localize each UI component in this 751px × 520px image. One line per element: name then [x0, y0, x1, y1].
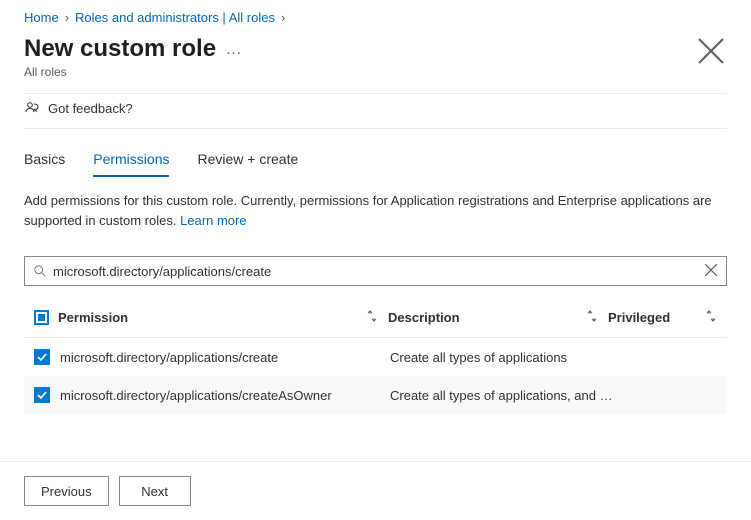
header-privileged[interactable]: Privileged — [608, 310, 670, 325]
feedback-label: Got feedback? — [48, 101, 133, 116]
page-subtitle: All roles — [24, 65, 242, 79]
footer: Previous Next — [0, 461, 751, 520]
chevron-right-icon: › — [281, 10, 285, 25]
tab-description: Add permissions for this custom role. Cu… — [24, 191, 727, 230]
row-checkbox[interactable] — [34, 387, 50, 403]
previous-button[interactable]: Previous — [24, 476, 109, 506]
close-button[interactable] — [695, 35, 727, 67]
close-icon — [704, 263, 718, 277]
breadcrumb-roles[interactable]: Roles and administrators | All roles — [75, 10, 275, 25]
header-description[interactable]: Description — [388, 310, 460, 325]
feedback-bar[interactable]: Got feedback? — [24, 93, 727, 129]
table-row[interactable]: microsoft.directory/applications/createA… — [24, 376, 727, 414]
chevron-right-icon: › — [65, 10, 69, 25]
permission-description: Create all types of applications, and … — [388, 388, 613, 403]
tab-permissions[interactable]: Permissions — [93, 151, 169, 177]
check-icon — [36, 389, 48, 401]
permission-name: microsoft.directory/applications/createA… — [58, 388, 332, 403]
next-button[interactable]: Next — [119, 476, 191, 506]
row-checkbox[interactable] — [34, 349, 50, 365]
page-title: New custom role — [24, 35, 216, 63]
permission-description: Create all types of applications — [388, 350, 567, 365]
learn-more-link[interactable]: Learn more — [180, 213, 246, 228]
table-row[interactable]: microsoft.directory/applications/create … — [24, 338, 727, 376]
permission-name: microsoft.directory/applications/create — [58, 350, 278, 365]
sort-icon[interactable] — [705, 310, 717, 325]
table-header: Permission Description Privileged — [24, 298, 727, 338]
search-icon — [33, 264, 47, 278]
breadcrumb: Home › Roles and administrators | All ro… — [24, 8, 727, 25]
sort-icon[interactable] — [366, 310, 378, 325]
search-box[interactable] — [24, 256, 727, 286]
tab-basics[interactable]: Basics — [24, 151, 65, 177]
search-input[interactable] — [47, 264, 702, 279]
check-icon — [36, 351, 48, 363]
tab-review[interactable]: Review + create — [197, 151, 298, 177]
header-permission[interactable]: Permission — [58, 310, 128, 325]
feedback-icon — [24, 100, 40, 116]
clear-search-button[interactable] — [702, 263, 720, 280]
more-actions-button[interactable]: … — [226, 41, 242, 58]
sort-icon[interactable] — [586, 310, 598, 325]
select-all-checkbox[interactable] — [34, 310, 49, 325]
permissions-table: Permission Description Privileged micros… — [24, 298, 727, 414]
tabs: Basics Permissions Review + create — [24, 151, 727, 177]
breadcrumb-home[interactable]: Home — [24, 10, 59, 25]
close-icon — [695, 35, 727, 67]
